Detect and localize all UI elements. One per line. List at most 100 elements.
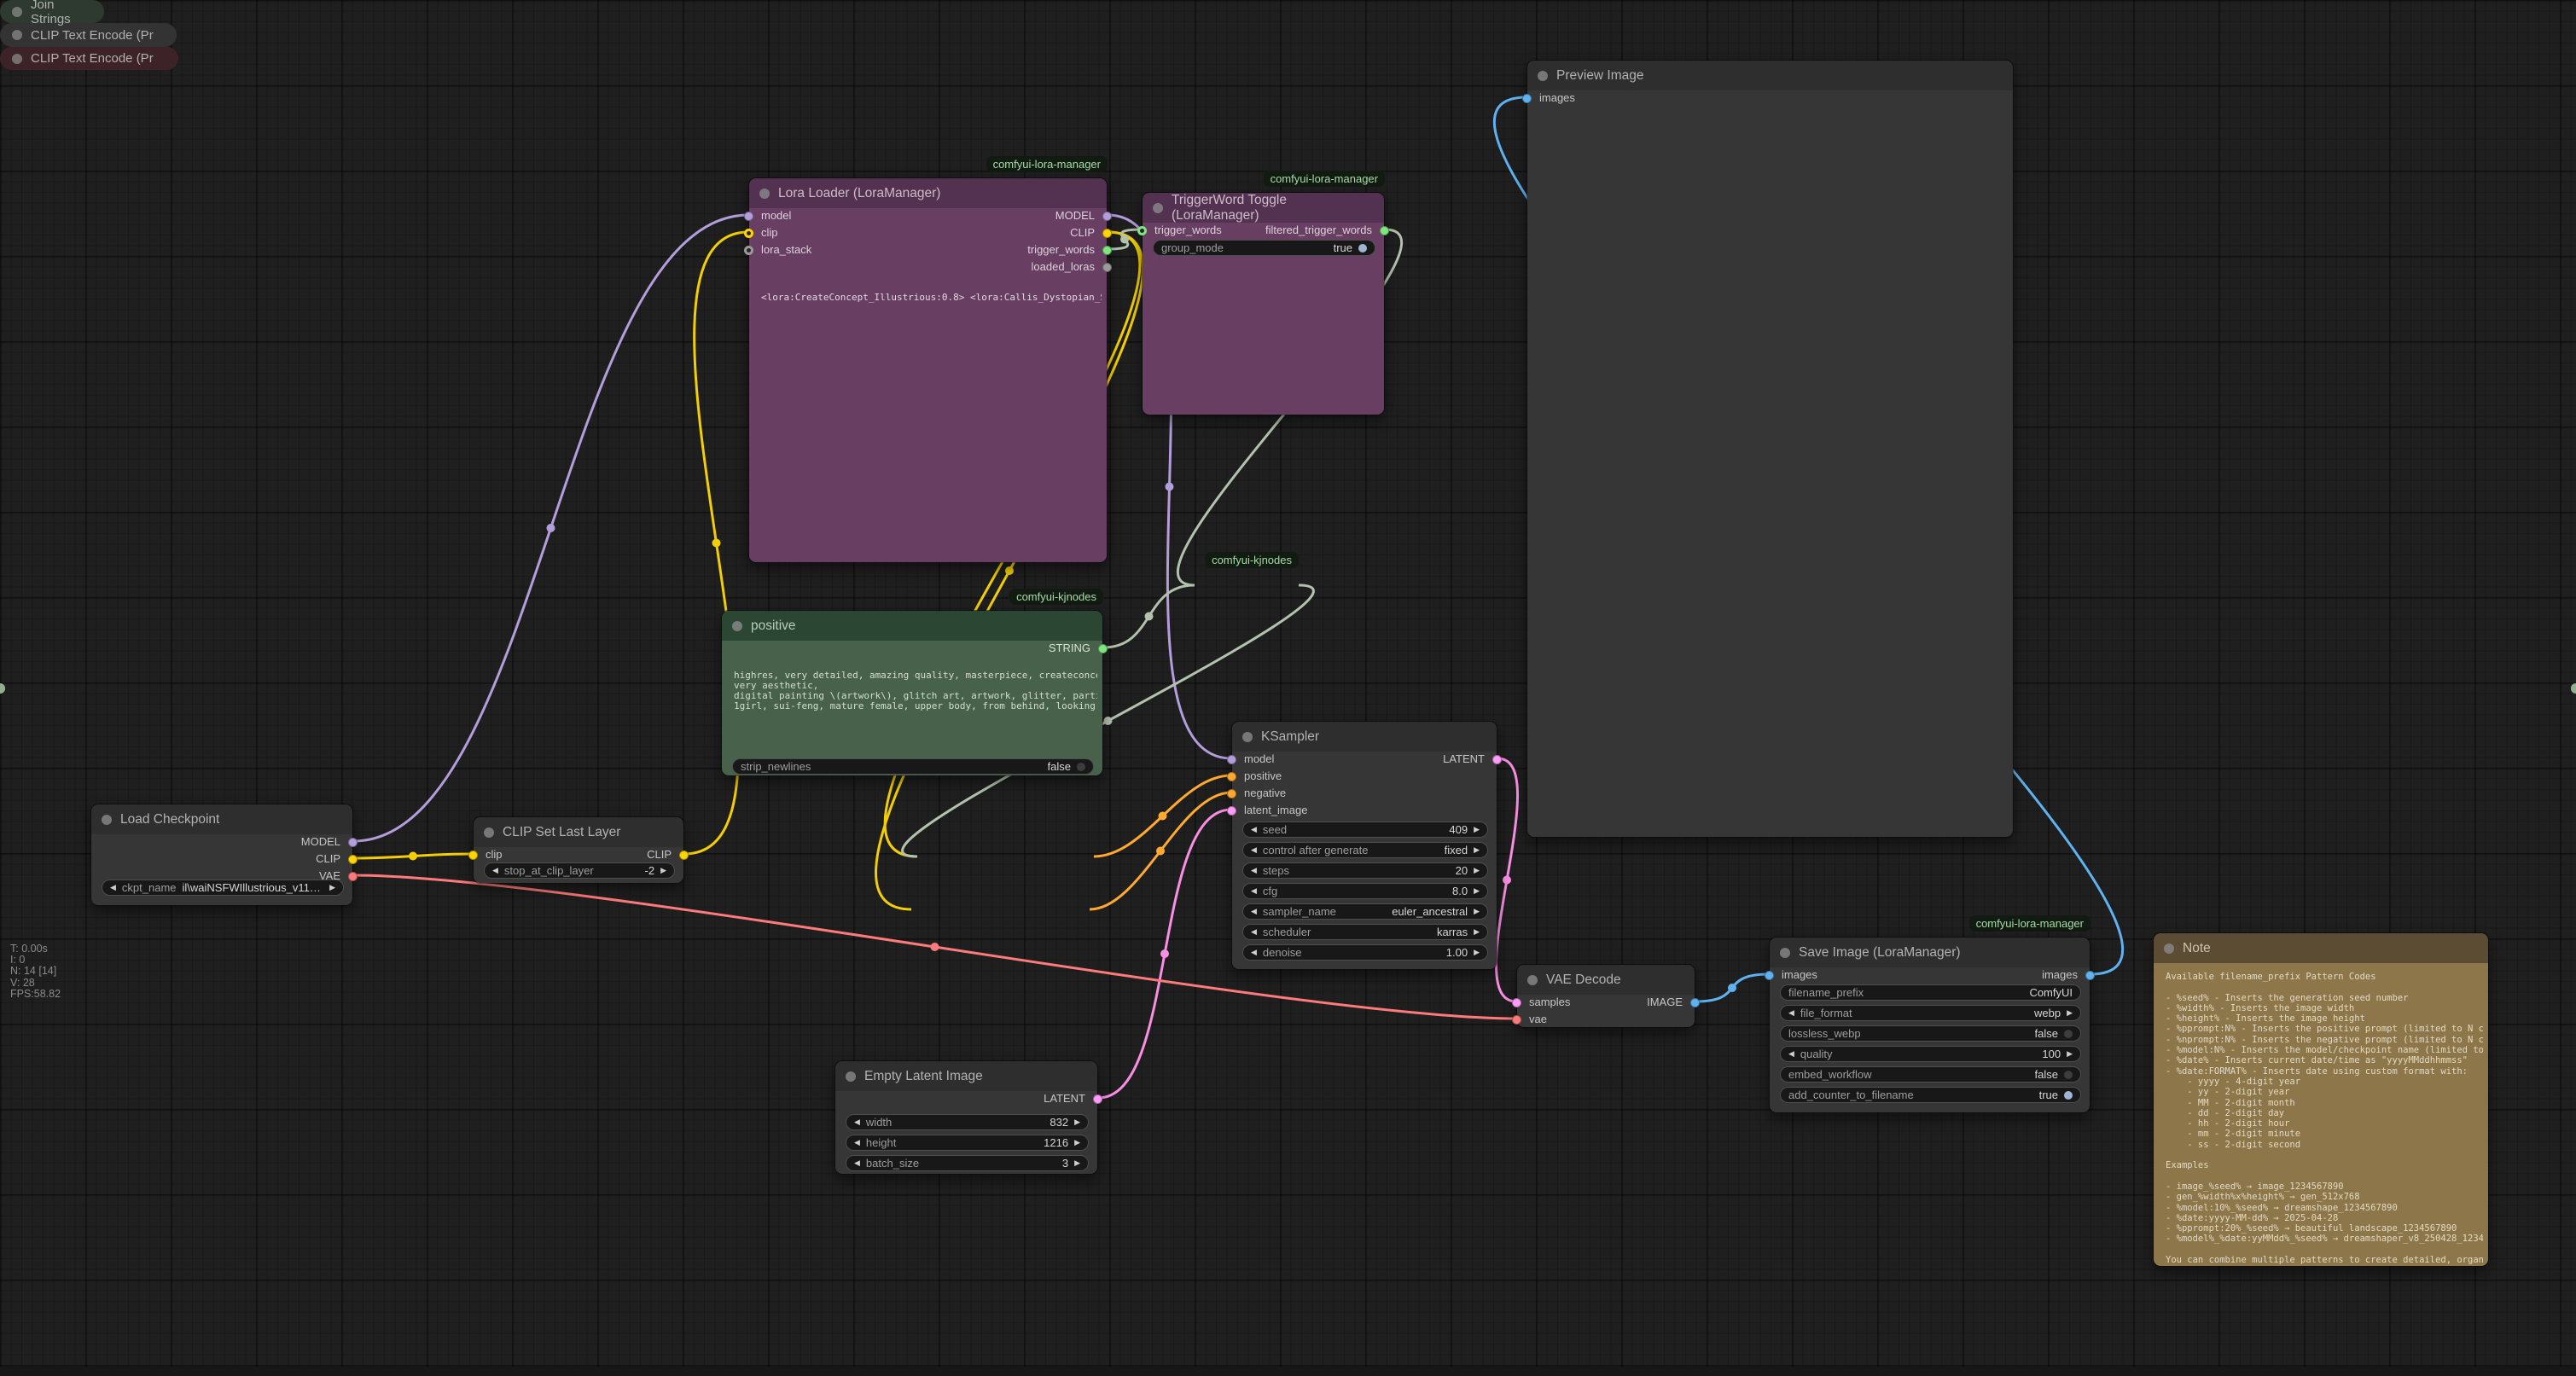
ksampler-titlebar[interactable]: KSampler xyxy=(1232,722,1497,752)
widget-quality[interactable]: ◀quality100▶ xyxy=(1780,1046,2081,1062)
increment-arrow[interactable]: ▶ xyxy=(1074,1118,1080,1127)
widget-sampler_name[interactable]: ◀sampler_nameeuler_ancestral▶ xyxy=(1242,903,1488,920)
widget-add_counter_to_filename[interactable]: add_counter_to_filenametrue xyxy=(1780,1087,2081,1103)
decrement-arrow[interactable]: ◀ xyxy=(492,866,498,875)
collapse-dot[interactable] xyxy=(759,189,770,199)
widget-lossless_webp[interactable]: lossless_webpfalse xyxy=(1780,1025,2081,1042)
latent_image-input-slot[interactable] xyxy=(1227,806,1236,816)
note-text[interactable]: Available filename_prefix Pattern Codes … xyxy=(2166,972,2483,1265)
collapse-dot[interactable] xyxy=(1153,203,1163,213)
decrement-arrow[interactable]: ◀ xyxy=(1251,845,1257,855)
increment-arrow[interactable]: ▶ xyxy=(1474,907,1480,916)
loaded_loras-output-slot[interactable] xyxy=(1102,263,1112,272)
filtered_trigger_words-output-slot[interactable] xyxy=(1380,226,1389,235)
link-midpoint-dot[interactable] xyxy=(547,524,555,532)
CLIP-output-slot[interactable] xyxy=(1102,229,1112,238)
toggle-knob[interactable] xyxy=(1077,763,1085,771)
decrement-arrow[interactable]: ◀ xyxy=(1788,1008,1794,1018)
widget-filename_prefix[interactable]: filename_prefixComfyUI xyxy=(1780,984,2081,1001)
MODEL-output-slot[interactable] xyxy=(348,838,358,847)
increment-arrow[interactable]: ▶ xyxy=(1474,886,1480,896)
preview-image-titlebar[interactable]: Preview Image xyxy=(1527,61,2013,90)
widget-group_mode[interactable]: group_modetrue xyxy=(1153,240,1375,256)
link-midpoint-dot[interactable] xyxy=(1145,613,1154,621)
increment-arrow[interactable]: ▶ xyxy=(660,866,666,875)
IMAGE-output-slot[interactable] xyxy=(1690,998,1700,1007)
clip-set-last-layer[interactable]: CLIP Set Last LayerclipCLIP◀stop_at_clip… xyxy=(473,816,684,884)
link-midpoint-dot[interactable] xyxy=(1005,566,1014,575)
link-midpoint-dot[interactable] xyxy=(1160,949,1169,958)
node-graph[interactable]: Load CheckpointMODELCLIPVAE◀ckpt_nameil\… xyxy=(0,0,2576,1376)
preview-image[interactable]: Preview Imageimages xyxy=(1526,60,2014,838)
model-input-slot[interactable] xyxy=(744,212,753,221)
decrement-arrow[interactable]: ◀ xyxy=(1251,866,1257,875)
graph-canvas[interactable]: { "canvas": { "stats_text": "T: 0.00s\nI… xyxy=(0,0,2576,1376)
decrement-arrow[interactable]: ◀ xyxy=(854,1138,860,1147)
note[interactable]: Note Available filename_prefix Pattern Co… xyxy=(2153,932,2489,1267)
images-output-slot[interactable] xyxy=(2085,971,2095,980)
decrement-arrow[interactable]: ◀ xyxy=(1251,948,1257,957)
load-checkpoint[interactable]: Load CheckpointMODELCLIPVAE◀ckpt_nameil\… xyxy=(90,804,353,906)
collapse-dot[interactable] xyxy=(484,827,494,838)
trigger_words-input-slot[interactable] xyxy=(1137,226,1147,235)
toggle-knob[interactable] xyxy=(2064,1071,2073,1079)
widget-batch_size[interactable]: ◀batch_size3▶ xyxy=(846,1155,1089,1171)
decrement-arrow[interactable]: ◀ xyxy=(1251,927,1257,937)
decrement-arrow[interactable]: ◀ xyxy=(110,883,116,892)
link-midpoint-dot[interactable] xyxy=(1156,847,1165,856)
increment-arrow[interactable]: ▶ xyxy=(1474,845,1480,855)
clip-input-slot[interactable] xyxy=(468,851,478,860)
link-midpoint-dot[interactable] xyxy=(1159,812,1167,821)
link-midpoint-dot[interactable] xyxy=(1120,235,1129,244)
link-midpoint-dot[interactable] xyxy=(1728,984,1736,992)
CLIP-output-slot[interactable] xyxy=(348,855,358,864)
toggle-knob[interactable] xyxy=(2064,1030,2073,1038)
widget-cfg[interactable]: ◀cfg8.0▶ xyxy=(1242,883,1488,899)
collapse-dot[interactable] xyxy=(2164,943,2174,954)
triggerword-toggle-titlebar[interactable]: TriggerWord Toggle (LoraManager) xyxy=(1143,193,1384,223)
vae-decode-titlebar[interactable]: VAE Decode xyxy=(1517,965,1695,995)
decrement-arrow[interactable]: ◀ xyxy=(854,1118,860,1127)
save-image-titlebar[interactable]: Save Image (LoraManager) xyxy=(1770,938,2090,967)
widget-ckpt_name[interactable]: ◀ckpt_nameil\waiNSFWIllustrious_v110.s..… xyxy=(102,880,344,896)
decrement-arrow[interactable]: ◀ xyxy=(854,1158,860,1168)
link-midpoint-dot[interactable] xyxy=(931,943,939,951)
collapse-dot[interactable] xyxy=(1527,975,1538,985)
decrement-arrow[interactable]: ◀ xyxy=(1251,886,1257,896)
increment-arrow[interactable]: ▶ xyxy=(329,883,335,892)
negative-input-slot[interactable] xyxy=(1227,789,1236,798)
LATENT-output-slot[interactable] xyxy=(1492,755,1502,764)
LATENT-output-slot[interactable] xyxy=(1093,1094,1102,1104)
lora-loader-titlebar[interactable]: Lora Loader (LoraManager) xyxy=(749,178,1107,208)
increment-arrow[interactable]: ▶ xyxy=(2067,1008,2073,1018)
increment-arrow[interactable]: ▶ xyxy=(2067,1049,2073,1059)
decrement-arrow[interactable]: ◀ xyxy=(1788,1049,1794,1059)
link-midpoint-dot[interactable] xyxy=(409,852,417,861)
widget-steps[interactable]: ◀steps20▶ xyxy=(1242,862,1488,879)
samples-input-slot[interactable] xyxy=(1512,998,1521,1007)
images-input-slot[interactable] xyxy=(1522,94,1532,103)
lora-loader[interactable]: Lora Loader (LoraManager)modelcliplora_s… xyxy=(748,177,1108,563)
collapse-dot[interactable] xyxy=(1780,948,1790,958)
increment-arrow[interactable]: ▶ xyxy=(1074,1158,1080,1168)
trigger_words-output-slot[interactable] xyxy=(1102,246,1112,255)
collapse-dot[interactable] xyxy=(846,1071,856,1082)
note-titlebar[interactable]: Note xyxy=(2154,933,2488,963)
positive-prompt-titlebar[interactable]: positive xyxy=(722,611,1102,641)
load-checkpoint-titlebar[interactable]: Load Checkpoint xyxy=(91,804,352,834)
widget-embed_workflow[interactable]: embed_workflowfalse xyxy=(1780,1066,2081,1083)
clip-input-slot[interactable] xyxy=(744,229,753,238)
collapse-dot[interactable] xyxy=(1242,732,1253,742)
toggle-knob[interactable] xyxy=(1358,244,1367,253)
increment-arrow[interactable]: ▶ xyxy=(1074,1138,1080,1147)
widget-stop_at_clip_layer[interactable]: ◀stop_at_clip_layer-2▶ xyxy=(484,862,675,879)
triggerword-toggle[interactable]: TriggerWord Toggle (LoraManager)trigger_… xyxy=(1142,192,1385,415)
vae-input-slot[interactable] xyxy=(1512,1015,1521,1025)
collapse-dot[interactable] xyxy=(102,815,112,825)
MODEL-output-slot[interactable] xyxy=(1102,212,1112,221)
link-midpoint-dot[interactable] xyxy=(1503,876,1511,885)
save-image[interactable]: Save Image (LoraManager)imagesimagesfile… xyxy=(1769,937,2090,1113)
CLIP-output-slot[interactable] xyxy=(679,851,689,860)
collapse-dot[interactable] xyxy=(732,621,742,631)
decrement-arrow[interactable]: ◀ xyxy=(1251,825,1257,834)
